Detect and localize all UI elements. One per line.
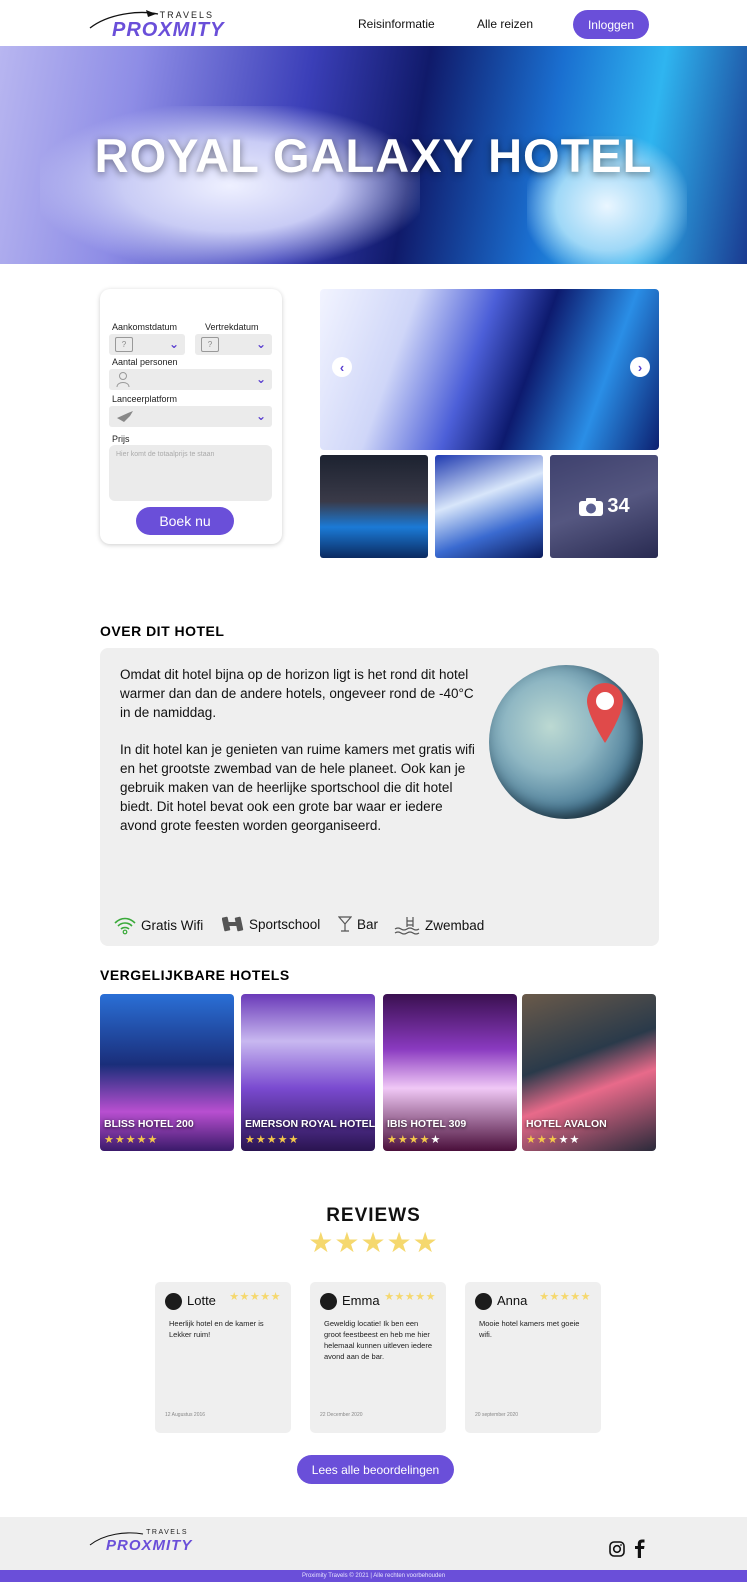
wifi-icon (114, 917, 136, 935)
chevron-down-icon: ⌄ (255, 372, 266, 386)
rocket-icon (117, 411, 133, 422)
logo-proximity-text: PROXMITY (112, 19, 225, 41)
camera-icon (579, 497, 604, 516)
booking-card: Aankomstdatum Vertrekdatum ? ⌄ ? ⌄ Aanta… (100, 289, 282, 544)
about-title: OVER DIT HOTEL (100, 623, 225, 639)
amenity-gym: Sportschool (222, 915, 320, 933)
persons-label: Aantal personen (112, 357, 178, 367)
facebook-icon[interactable] (633, 1539, 645, 1558)
gallery-thumb-room[interactable] (435, 455, 543, 558)
price-label: Prijs (112, 434, 130, 444)
departure-date-select[interactable]: ? ⌄ (195, 334, 272, 355)
hero-banner: ROYAL GALAXY HOTEL (0, 46, 747, 264)
gallery-main-photo: ‹ › (320, 289, 659, 450)
login-button[interactable]: Inloggen (573, 10, 649, 39)
site-header: TRAVELS PROXMITY Reisinformatie Alle rei… (0, 0, 747, 46)
about-panel: Omdat dit hotel bijna op de horizon ligt… (100, 648, 659, 946)
amenity-pool: Zwembad (394, 915, 484, 935)
chevron-down-icon: ⌄ (255, 337, 266, 351)
review-card: Anna ★★★★★ Mooie hotel kamers met goeie … (465, 1282, 601, 1433)
planet-location-map (489, 665, 643, 819)
platform-select[interactable]: ⌄ (109, 406, 272, 427)
review-rating-stars: ★★★★★ (384, 1291, 436, 1303)
arrival-date-select[interactable]: ? ⌄ (109, 334, 185, 355)
dumbbell-icon (222, 916, 244, 932)
nav-reisinformatie[interactable]: Reisinformatie (358, 17, 435, 31)
price-display: Hier komt de totaalprijs te staan (109, 445, 272, 501)
hotel-card[interactable]: BLISS HOTEL 200 ★★★★★ (100, 994, 234, 1151)
review-rating-stars: ★★★★★ (539, 1291, 591, 1303)
review-text: Mooie hotel kamers met goeie wifi. (479, 1319, 580, 1339)
reviewer-name: Emma (342, 1293, 380, 1308)
site-footer: TRAVELS PROXMITY (0, 1517, 747, 1570)
hotel-card-rating: ★★★★★ (245, 1134, 300, 1146)
about-paragraph: In dit hotel kan je genieten van ruime k… (120, 742, 475, 833)
user-avatar-icon (475, 1293, 492, 1310)
calendar-icon: ? (115, 337, 133, 352)
about-paragraph: Omdat dit hotel bijna op de horizon ligt… (120, 667, 474, 720)
reviewer-name: Anna (497, 1293, 528, 1308)
map-pin-icon (587, 683, 623, 743)
hotel-card-name: BLISS HOTEL 200 (104, 1118, 194, 1130)
cocktail-glass-icon (338, 916, 352, 932)
review-text: Geweldig locatie! Ik ben een groot feest… (324, 1319, 432, 1361)
photo-count: 34 (607, 495, 630, 517)
gallery-prev-button[interactable]: ‹ (332, 357, 352, 377)
person-icon (116, 372, 130, 387)
amenity-label: Bar (357, 916, 379, 932)
hotel-card-rating: ★★★★★ (104, 1134, 159, 1146)
nav-alle-reizen[interactable]: Alle reizen (477, 17, 533, 31)
user-avatar-icon (165, 1293, 182, 1310)
hotel-title: ROYAL GALAXY HOTEL (94, 129, 653, 182)
overall-rating-stars: ★★★★★ (308, 1227, 439, 1258)
chevron-down-icon: ⌄ (168, 337, 179, 351)
review-date: 22 December 2020 (320, 1412, 363, 1418)
review-rating-stars: ★★★★★ (229, 1291, 281, 1303)
user-avatar-icon (320, 1293, 337, 1310)
photo-count-overlay: 34 (550, 455, 658, 558)
persons-select[interactable]: ⌄ (109, 369, 272, 390)
platform-label: Lanceerplatform (112, 394, 178, 404)
review-card: Emma ★★★★★ Geweldig locatie! Ik ben een … (310, 1282, 446, 1433)
hotel-card[interactable]: IBIS HOTEL 309 ★★★★★ (383, 994, 517, 1151)
amenity-label: Sportschool (249, 916, 321, 932)
calendar-icon: ? (201, 337, 219, 352)
chevron-down-icon: ⌄ (255, 409, 266, 423)
footer-logo[interactable]: TRAVELS PROXMITY (88, 1529, 191, 1557)
hotel-card-name: IBIS HOTEL 309 (387, 1118, 467, 1130)
review-date: 20 september 2020 (475, 1412, 519, 1418)
site-logo[interactable]: TRAVELS PROXMITY (88, 8, 223, 41)
gallery-thumb-pool[interactable] (320, 455, 428, 558)
amenity-bar: Bar (338, 915, 378, 933)
amenity-wifi: Gratis Wifi (114, 915, 203, 935)
review-date: 12 Augustus 2016 (165, 1412, 206, 1418)
reviewer-name: Lotte (187, 1293, 216, 1308)
departure-label: Vertrekdatum (205, 322, 259, 332)
amenity-label: Gratis Wifi (141, 917, 204, 933)
copyright-bar: Proximity Travels © 2021 | Alle rechten … (0, 1570, 747, 1582)
arrival-label: Aankomstdatum (112, 322, 178, 332)
footer-logo-proximity: PROXMITY (106, 1537, 193, 1554)
hotel-card-rating: ★★★★★ (526, 1134, 581, 1146)
gallery-thumb-more[interactable]: 34 (550, 455, 658, 558)
hotel-card[interactable]: HOTEL AVALON ★★★★★ (522, 994, 656, 1151)
hotel-card-name: HOTEL AVALON (526, 1118, 607, 1130)
gallery-next-button[interactable]: › (630, 357, 650, 377)
similar-hotels-title: VERGELIJKBARE HOTELS (100, 967, 290, 983)
hotel-card[interactable]: EMERSON ROYAL HOTEL ★★★★★ (241, 994, 375, 1151)
book-now-button[interactable]: Boek nu (136, 507, 234, 535)
hotel-card-rating: ★★★★★ (387, 1134, 442, 1146)
swimming-pool-icon (394, 917, 420, 935)
reviews-title: REVIEWS (326, 1205, 421, 1226)
footer-logo-travels: TRAVELS (146, 1529, 188, 1536)
amenity-label: Zwembad (425, 917, 485, 933)
hotel-card-name: EMERSON ROYAL HOTEL (245, 1118, 375, 1130)
review-card: Lotte ★★★★★ Heerlijk hotel en de kamer i… (155, 1282, 291, 1433)
read-all-reviews-button[interactable]: Lees alle beoordelingen (297, 1455, 454, 1484)
review-text: Heerlijk hotel en de kamer is Lekker rui… (169, 1319, 264, 1339)
instagram-icon[interactable] (609, 1541, 625, 1557)
